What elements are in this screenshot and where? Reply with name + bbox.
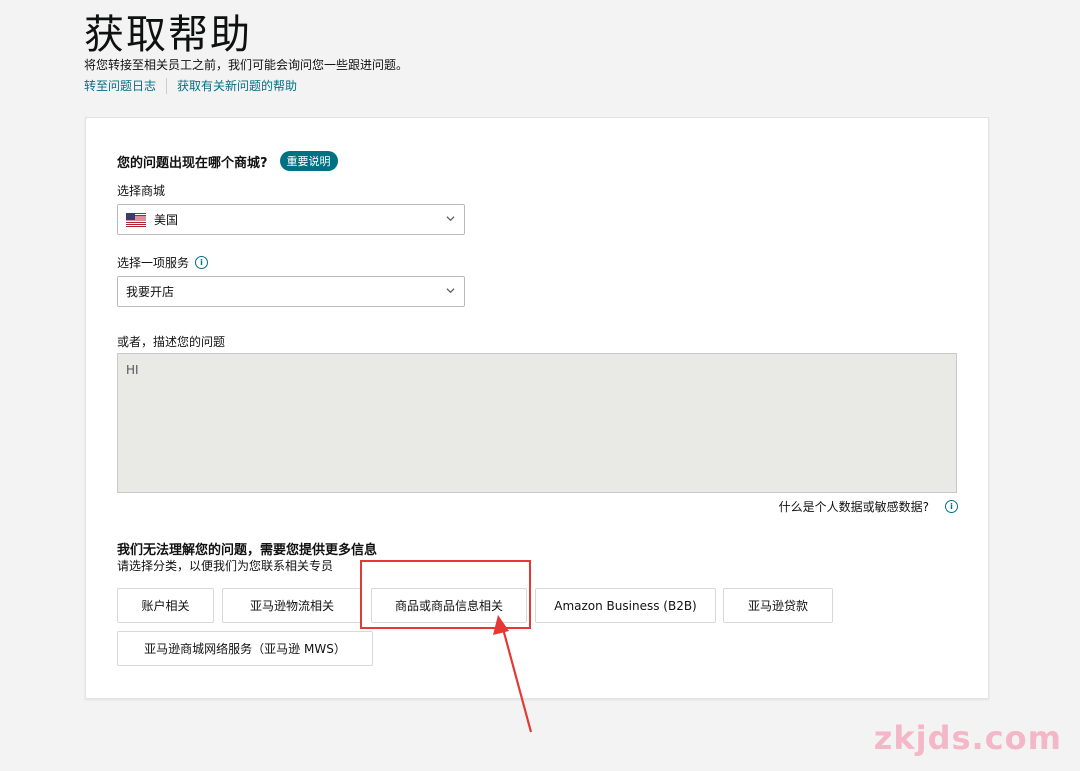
us-flag-icon (126, 212, 146, 227)
go-to-case-log-link[interactable]: 转至问题日志 (84, 77, 156, 94)
service-label-text: 选择一项服务 (117, 256, 190, 270)
link-divider (166, 77, 168, 94)
marketplace-label: 选择商城 (117, 184, 166, 198)
service-select-value: 我要开店 (126, 285, 175, 299)
new-issue-help-link[interactable]: 获取有关新问题的帮助 (177, 77, 297, 94)
chevron-down-icon (446, 288, 455, 294)
service-label: 选择一项服务 i (117, 254, 209, 271)
help-form-card: 您的问题出现在哪个商城? 重要说明 选择商城 美国 选择一项服务 i 我要开店 … (85, 117, 989, 699)
service-select[interactable]: 我要开店 (117, 276, 465, 307)
describe-issue-textarea[interactable]: HI (117, 353, 957, 493)
marketplace-question: 您的问题出现在哪个商城? 重要说明 (117, 151, 338, 171)
info-icon[interactable]: i (195, 256, 209, 269)
marketplace-select[interactable]: 美国 (117, 204, 465, 235)
describe-label: 或者，描述您的问题 (117, 335, 226, 349)
header-links: 转至问题日志 获取有关新问题的帮助 (84, 77, 297, 94)
category-account-button[interactable]: 账户相关 (117, 588, 214, 623)
annotation-arrow-icon (493, 615, 533, 733)
important-note-badge[interactable]: 重要说明 (279, 151, 338, 171)
privacy-info: 什么是个人数据或敏感数据? i (779, 498, 958, 515)
marketplace-select-value: 美国 (154, 213, 179, 227)
category-business-button[interactable]: Amazon Business (B2B) (535, 588, 716, 623)
watermark: zkjds.com (873, 719, 1062, 757)
more-info-heading: 我们无法理解您的问题，需要您提供更多信息 (117, 543, 378, 558)
page-title: 获取帮助 (84, 12, 252, 58)
privacy-info-text[interactable]: 什么是个人数据或敏感数据? (779, 498, 929, 515)
chevron-down-icon (446, 216, 455, 222)
category-lending-button[interactable]: 亚马逊贷款 (723, 588, 833, 623)
page-subtitle: 将您转接至相关员工之前，我们可能会询问您一些跟进问题。 (84, 58, 409, 72)
info-icon[interactable]: i (945, 500, 958, 513)
category-fba-button[interactable]: 亚马逊物流相关 (222, 588, 362, 623)
category-mws-button[interactable]: 亚马逊商城网络服务（亚马逊 MWS） (117, 631, 373, 666)
more-info-subtitle: 请选择分类，以便我们为您联系相关专员 (117, 559, 334, 573)
marketplace-question-text: 您的问题出现在哪个商城? (117, 155, 268, 171)
